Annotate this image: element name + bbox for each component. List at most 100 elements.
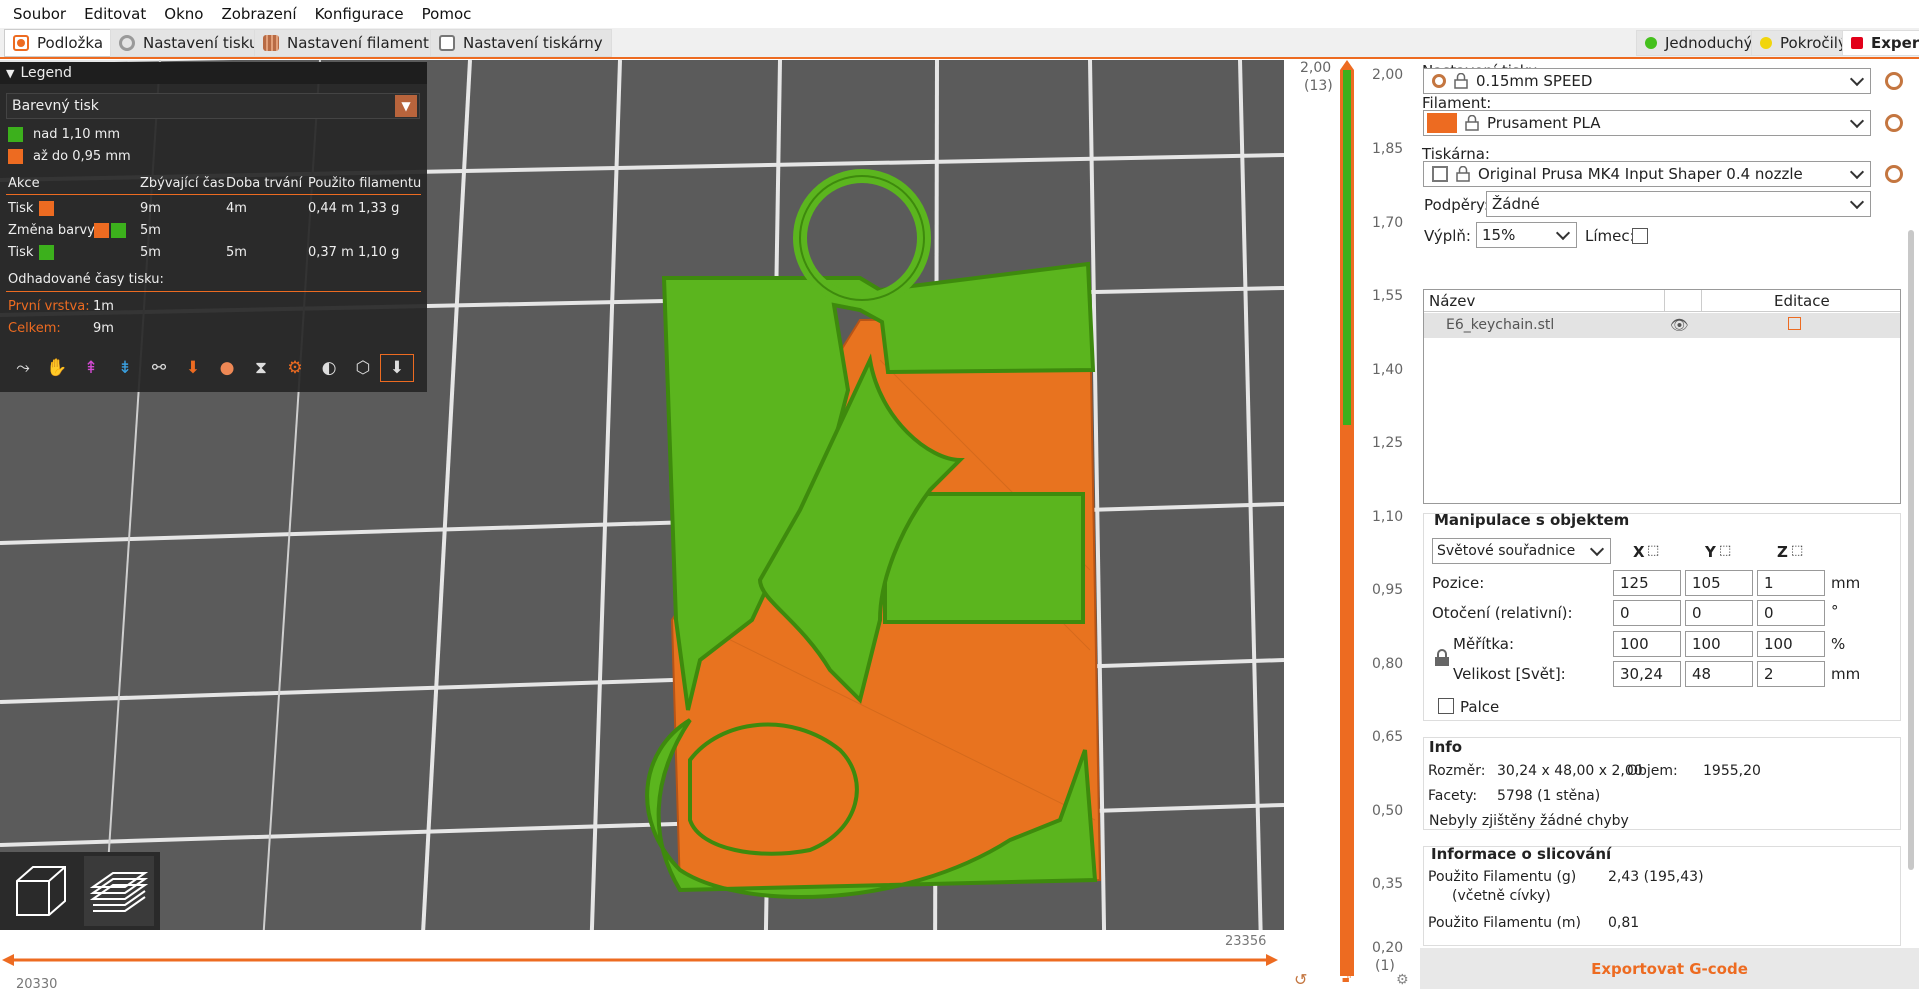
lock-icon: [1456, 165, 1470, 182]
mode-advanced-button[interactable]: Pokročilý: [1751, 30, 1856, 56]
axis-x-drop-icon: ⬚: [1647, 543, 1660, 558]
legend-view-type-select[interactable]: Barevný tisk ▼: [6, 93, 420, 119]
size-x-field[interactable]: 30,24: [1613, 661, 1681, 687]
shells-icon[interactable]: ⬡: [346, 354, 380, 382]
retractions-icon[interactable]: ⇞: [74, 354, 108, 382]
inches-checkbox[interactable]: [1438, 698, 1454, 714]
slice-info-title: Informace o slicování: [1431, 845, 1612, 863]
object-row[interactable]: E6_keychain.stl 👁︎: [1424, 313, 1900, 338]
tool-marker-icon[interactable]: ⬇: [380, 354, 414, 382]
size-y-field[interactable]: 48: [1685, 661, 1753, 687]
vslider-top-layer: (13): [1304, 78, 1333, 94]
position-z-field[interactable]: 1: [1757, 570, 1825, 596]
menu-file[interactable]: Soubor: [4, 0, 75, 28]
rotation-y-field[interactable]: 0: [1685, 600, 1753, 626]
menu-edit[interactable]: Editovat: [75, 0, 155, 28]
menu-help[interactable]: Pomoc: [413, 0, 481, 28]
rotation-x-field[interactable]: 0: [1613, 600, 1681, 626]
tab-filament-settings-label: Nastavení filamentu: [287, 34, 439, 52]
mode-expert-button[interactable]: Expert: [1842, 30, 1919, 56]
print-settings-gear-icon[interactable]: [1885, 72, 1903, 90]
edit-settings-icon[interactable]: [1788, 317, 1801, 330]
deretractions-icon[interactable]: ⇟: [108, 354, 142, 382]
tab-plater-label: Podložka: [37, 34, 104, 52]
printer-settings-gear-icon[interactable]: [1885, 165, 1903, 183]
supports-combo[interactable]: Žádné: [1486, 191, 1871, 217]
seams-icon[interactable]: ⚯: [142, 354, 176, 382]
chevron-down-icon: [1849, 194, 1865, 210]
infill-label: Výplň:: [1424, 227, 1471, 245]
vertical-layers-slider[interactable]: 2,00 (13) 2,00 1,85 1,70 1,55 1,40 1,25 …: [1284, 60, 1424, 989]
tab-printer-settings[interactable]: Nastavení tiskárny: [430, 29, 612, 57]
supports-value: Žádné: [1492, 195, 1540, 213]
tool-changes-icon[interactable]: ⬇: [176, 354, 210, 382]
sidebar-scrollbar[interactable]: [1908, 230, 1914, 870]
brim-checkbox[interactable]: [1632, 228, 1648, 244]
unlock-icon[interactable]: 🔓︎: [1342, 970, 1351, 986]
hslider-left-value: 20330: [16, 977, 58, 989]
legend-header[interactable]: ▼ Legend: [0, 62, 427, 84]
printer-icon: [439, 35, 455, 51]
cog-icon[interactable]: ⚙: [1396, 972, 1409, 988]
volume-value: 1955,20: [1703, 763, 1761, 779]
scale-y-field[interactable]: 100: [1685, 631, 1753, 657]
rotation-z-field[interactable]: 0: [1757, 600, 1825, 626]
3d-view-button[interactable]: [6, 856, 76, 926]
tab-print-settings[interactable]: Nastavení tisku: [110, 29, 268, 57]
orange-swatch: [94, 223, 109, 238]
filament-profile-combo[interactable]: Prusament PLA: [1423, 110, 1871, 136]
orange-swatch: [39, 201, 54, 216]
tab-plater[interactable]: Podložka: [4, 29, 113, 57]
position-y-field[interactable]: 105: [1685, 570, 1753, 596]
revert-icon[interactable]: ↺: [1294, 970, 1307, 989]
scale-z-field[interactable]: 100: [1757, 631, 1825, 657]
filament-settings-gear-icon[interactable]: [1885, 114, 1903, 132]
horizontal-moves-slider[interactable]: 20330 23356: [0, 930, 1284, 989]
layers-icon: [89, 872, 149, 912]
hslider-right-value: 23356: [1225, 934, 1267, 949]
preview-view-button[interactable]: [84, 856, 154, 926]
custom-gcodes-icon[interactable]: ⚙: [278, 354, 312, 382]
menu-view[interactable]: Zobrazení: [212, 0, 305, 28]
legend-row-remaining: 5m: [140, 223, 161, 238]
printer-profile-combo[interactable]: Original Prusa MK4 Input Shaper 0.4 nozz…: [1423, 161, 1871, 187]
mode-simple-button[interactable]: Jednoduchý: [1636, 30, 1762, 56]
size-z-field[interactable]: 2: [1757, 661, 1825, 687]
filament-color-swatch[interactable]: [1427, 113, 1457, 133]
legend-row-action: Tisk: [8, 201, 34, 216]
color-changes-icon[interactable]: ●: [210, 354, 244, 382]
wipe-icon[interactable]: ✋: [40, 354, 74, 382]
object-name: E6_keychain.stl: [1446, 317, 1555, 333]
print-profile-combo[interactable]: 0.15mm SPEED: [1423, 68, 1871, 94]
center-of-gravity-icon[interactable]: ◐: [312, 354, 346, 382]
legend-title: Legend: [20, 65, 72, 81]
chevron-down-icon: [1849, 113, 1865, 129]
uniform-scale-lock-icon[interactable]: [1434, 649, 1450, 671]
travel-icon[interactable]: ⤳: [6, 354, 40, 382]
export-gcode-button[interactable]: Exportovat G-code: [1420, 948, 1919, 989]
legend-divider: [6, 291, 421, 292]
tab-filament-settings[interactable]: Nastavení filamentu: [254, 29, 448, 57]
pause-prints-icon[interactable]: ⧗: [244, 354, 278, 382]
infill-combo[interactable]: 15%: [1476, 222, 1577, 248]
coord-system-combo[interactable]: Světové souřadnice: [1432, 538, 1611, 564]
size-label: Velikost [Svět]:: [1453, 665, 1566, 683]
scale-label: Měřítka:: [1453, 635, 1515, 653]
position-x-field[interactable]: 125: [1613, 570, 1681, 596]
menu-configuration[interactable]: Konfigurace: [306, 0, 413, 28]
axis-y-drop-icon: ⬚: [1719, 543, 1732, 558]
mode-simple-label: Jednoduchý: [1665, 34, 1753, 52]
vslider-top-value: 2,00: [1300, 60, 1332, 76]
vslider-top-thumb[interactable]: [1340, 60, 1354, 70]
menu-window[interactable]: Okno: [155, 0, 212, 28]
vslider-track-green: [1343, 70, 1351, 425]
column-name: Název: [1429, 292, 1476, 310]
scale-x-field[interactable]: 100: [1613, 631, 1681, 657]
errors-text: Nebyly zjištěny žádné chyby: [1429, 813, 1629, 829]
used-m-label: Použito Filamentu (m): [1428, 915, 1582, 931]
legend-toggle-icons: ⤳ ✋ ⇞ ⇟ ⚯ ⬇ ● ⧗ ⚙ ◐ ⬡ ⬇: [6, 354, 414, 384]
legend-total-label: Celkem:: [8, 321, 61, 336]
axis-x-label: X: [1633, 543, 1645, 561]
eye-icon[interactable]: 👁︎: [1670, 316, 1689, 334]
printer-profile-value: Original Prusa MK4 Input Shaper 0.4 nozz…: [1478, 165, 1803, 183]
